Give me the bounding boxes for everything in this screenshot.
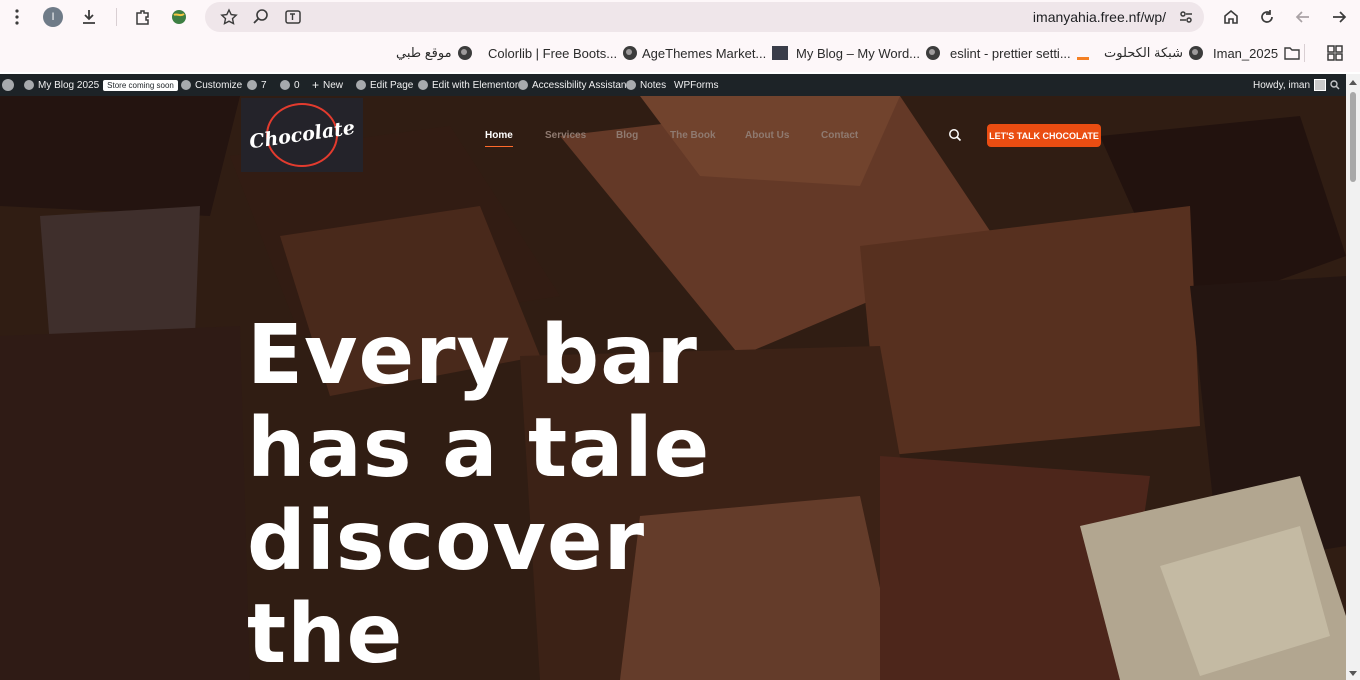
bookmark-item[interactable]: My Blog – My Word... bbox=[796, 44, 941, 62]
profile-avatar: I bbox=[43, 7, 63, 27]
admin-search-icon[interactable] bbox=[1330, 78, 1340, 92]
globe-icon bbox=[1188, 46, 1203, 60]
nav-contact[interactable]: Contact bbox=[821, 130, 858, 141]
logo-text: Chocolate bbox=[247, 116, 357, 154]
bookmark-folder[interactable]: Iman_2025 bbox=[1213, 44, 1300, 62]
globe-icon bbox=[926, 46, 941, 60]
scroll-up-arrow-icon[interactable] bbox=[1349, 80, 1357, 85]
site-icon bbox=[772, 46, 789, 60]
pencil-icon bbox=[356, 80, 366, 90]
logo-badge: Chocolate bbox=[248, 103, 356, 167]
wordpress-logo-icon[interactable] bbox=[2, 78, 14, 92]
headline-line: has a tale bbox=[247, 401, 711, 496]
nav-services[interactable]: Services bbox=[545, 130, 586, 141]
bookmark-label: شبكة الكحلوت bbox=[1104, 45, 1183, 60]
stackoverflow-icon bbox=[1076, 46, 1089, 60]
customize-link[interactable]: Customize bbox=[181, 78, 242, 92]
bookmark-label: موقع طبي bbox=[396, 45, 452, 60]
home-icon[interactable] bbox=[1219, 5, 1243, 29]
page-scrollbar[interactable] bbox=[1346, 74, 1360, 680]
search-icon[interactable] bbox=[948, 128, 962, 142]
reload-icon[interactable] bbox=[1255, 5, 1279, 29]
headline-line: the bbox=[247, 587, 404, 680]
headline-line: discover bbox=[247, 494, 646, 589]
updates-icon bbox=[247, 80, 257, 90]
bookmark-item[interactable]: AgeThemes Market... bbox=[642, 44, 789, 62]
bookmark-label: eslint - prettier setti... bbox=[950, 45, 1071, 61]
wp-admin-bar: My Blog 2025 Store coming soon Customize… bbox=[0, 74, 1346, 96]
bookmarks-divider bbox=[1304, 44, 1305, 62]
bookmark-label: AgeThemes Market... bbox=[642, 45, 767, 61]
menu-icon[interactable] bbox=[5, 5, 29, 29]
brush-icon bbox=[181, 80, 191, 90]
bookmark-label: My Blog – My Word... bbox=[796, 45, 921, 61]
bookmark-item[interactable]: شبكة الكحلوت bbox=[1104, 44, 1203, 62]
nav-blog[interactable]: Blog bbox=[616, 130, 638, 141]
tab-groups-icon[interactable] bbox=[1323, 41, 1347, 65]
scroll-down-arrow-icon[interactable] bbox=[1349, 671, 1357, 676]
url-text: imanyahia.free.nf/wp/ bbox=[1032, 9, 1166, 25]
new-content-link[interactable]: + New bbox=[312, 78, 343, 92]
accessibility-label: Accessibility Assistant bbox=[532, 79, 630, 91]
browser-toolbar: I imanyahia.free.nf/wp/ bbox=[0, 0, 1360, 34]
dashboard-icon bbox=[24, 80, 34, 90]
updates-link[interactable]: 7 bbox=[247, 78, 267, 92]
globe-icon bbox=[623, 46, 638, 60]
download-icon[interactable] bbox=[77, 5, 101, 29]
notes-icon bbox=[626, 80, 636, 90]
howdy-label: Howdy, iman bbox=[1253, 79, 1311, 91]
extension-globe-icon[interactable] bbox=[167, 5, 191, 29]
elementor-label: Edit with Elementor bbox=[432, 79, 519, 91]
updates-count: 7 bbox=[261, 79, 267, 91]
bookmark-label: Colorlib | Free Boots... bbox=[488, 45, 618, 61]
globe-icon bbox=[457, 46, 472, 60]
extensions-icon[interactable] bbox=[131, 5, 155, 29]
bookmark-item[interactable]: eslint - prettier setti... bbox=[950, 44, 1089, 62]
store-status-badge: Store coming soon bbox=[103, 79, 178, 91]
hero-section: Chocolate Home Services Blog The Book Ab… bbox=[0, 96, 1346, 680]
nav-about-us[interactable]: About Us bbox=[745, 130, 789, 141]
address-bar[interactable]: imanyahia.free.nf/wp/ bbox=[205, 2, 1204, 32]
bookmark-item[interactable]: موقع طبي bbox=[396, 44, 472, 62]
site-name: My Blog 2025 bbox=[38, 79, 100, 91]
translate-icon[interactable] bbox=[281, 5, 305, 29]
comments-link[interactable]: 0 bbox=[280, 78, 300, 92]
bookmark-item[interactable]: Colorlib | Free Boots... bbox=[488, 44, 638, 62]
comments-count: 0 bbox=[294, 79, 300, 91]
accessibility-link[interactable]: Accessibility Assistant bbox=[518, 78, 629, 92]
accessibility-icon bbox=[518, 80, 528, 90]
avatar bbox=[1314, 79, 1327, 91]
new-label: New bbox=[323, 79, 344, 91]
zoom-icon[interactable] bbox=[249, 5, 273, 29]
wpforms-label: WPForms bbox=[674, 79, 719, 91]
cta-button[interactable]: LET'S TALK CHOCOLATE bbox=[987, 124, 1101, 147]
toolbar-divider bbox=[116, 8, 117, 26]
customize-label: Customize bbox=[195, 79, 243, 91]
edit-page-label: Edit Page bbox=[370, 79, 414, 91]
plus-icon: + bbox=[312, 78, 320, 92]
nav-the-book[interactable]: The Book bbox=[670, 130, 716, 141]
bookmarks-bar: موقع طبي Colorlib | Free Boots... AgeThe… bbox=[0, 34, 1360, 72]
profile-button[interactable]: I bbox=[41, 5, 65, 29]
bookmark-label: Iman_2025 bbox=[1213, 45, 1279, 61]
wpforms-link[interactable]: WPForms bbox=[674, 78, 718, 92]
headline-line: Every bar bbox=[247, 308, 698, 403]
nav-home[interactable]: Home bbox=[485, 130, 513, 147]
site-name-link[interactable]: My Blog 2025 Store coming soon bbox=[24, 78, 178, 92]
notes-link[interactable]: Notes bbox=[626, 78, 666, 92]
elementor-icon bbox=[418, 80, 428, 90]
back-icon[interactable] bbox=[1291, 5, 1315, 29]
site-logo[interactable]: Chocolate bbox=[241, 98, 363, 172]
notes-label: Notes bbox=[640, 79, 667, 91]
site-settings-icon[interactable] bbox=[1174, 5, 1198, 29]
elementor-link[interactable]: Edit with Elementor bbox=[418, 78, 518, 92]
folder-icon bbox=[1284, 47, 1300, 60]
account-link[interactable]: Howdy, iman bbox=[1253, 78, 1327, 92]
bookmark-star-icon[interactable] bbox=[217, 5, 241, 29]
forward-icon[interactable] bbox=[1327, 5, 1351, 29]
scroll-thumb[interactable] bbox=[1350, 92, 1356, 182]
comment-icon bbox=[280, 80, 290, 90]
edit-page-link[interactable]: Edit Page bbox=[356, 78, 413, 92]
hero-headline: Every bar has a tale discover the bbox=[247, 309, 767, 680]
